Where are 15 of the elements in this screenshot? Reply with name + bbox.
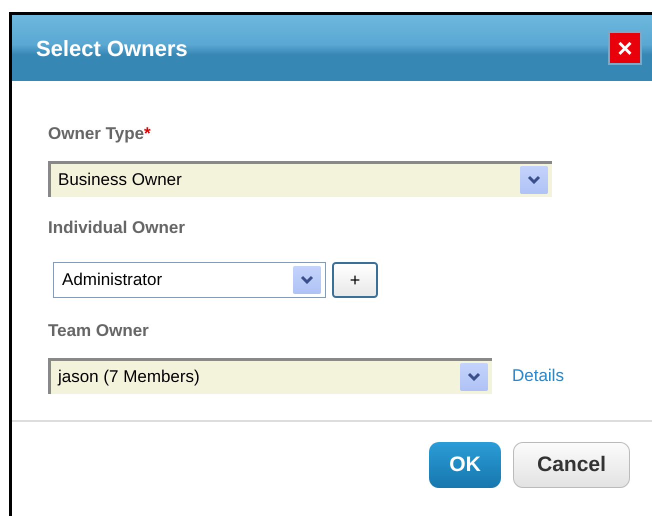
ok-button[interactable]: OK	[429, 442, 501, 488]
add-button[interactable]: +	[332, 262, 378, 298]
dropdown-field[interactable]: Administrator	[53, 262, 326, 298]
cancel-button[interactable]: Cancel	[513, 442, 630, 488]
dropdown-field[interactable]: Business Owner	[48, 160, 552, 196]
dialog-title: Select Owners	[36, 34, 188, 62]
details-link[interactable]: Details	[512, 362, 564, 388]
chevron-down-icon	[527, 175, 541, 185]
field-label: Owner Type*	[48, 123, 152, 145]
dropdown-field[interactable]: jason (7 Members)	[48, 358, 492, 394]
chevron-down-icon	[300, 275, 314, 285]
chevron-down-icon	[467, 372, 481, 382]
field-label: Team Owner	[48, 320, 150, 342]
close-button[interactable]: ×	[608, 31, 642, 65]
field-label: Individual Owner	[48, 216, 186, 238]
